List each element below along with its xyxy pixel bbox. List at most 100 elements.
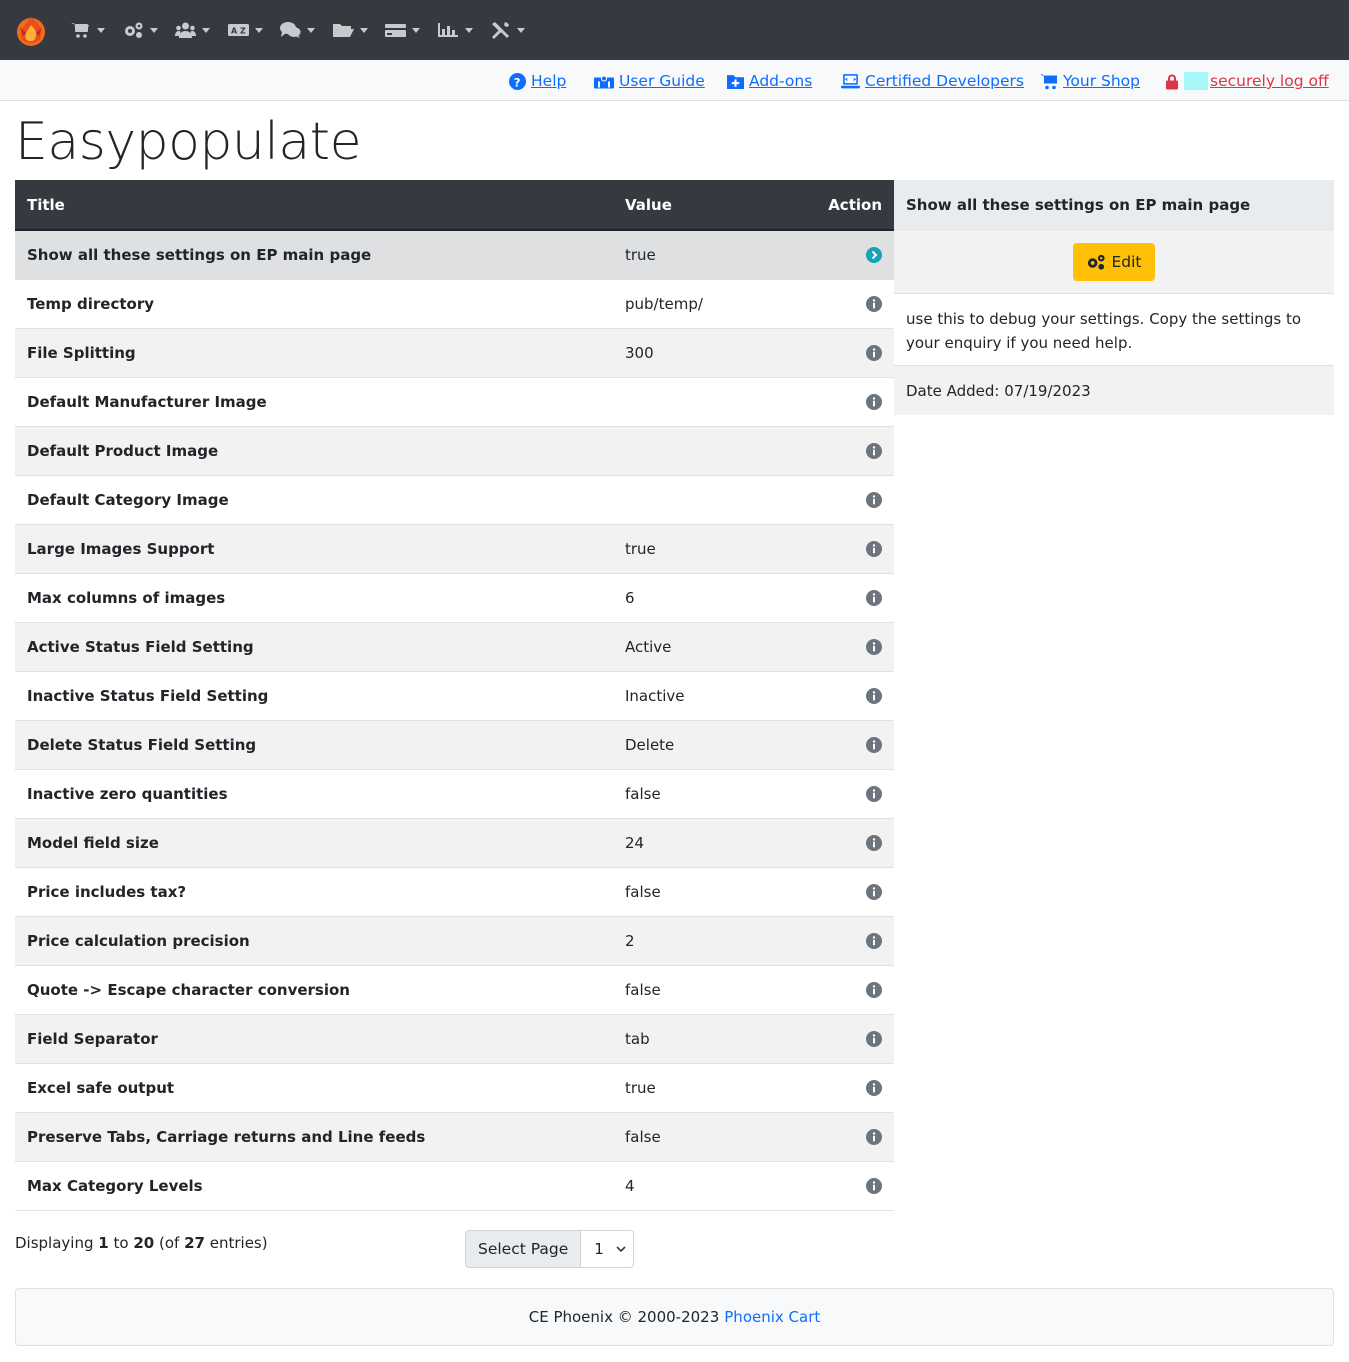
table-row[interactable]: Delete Status Field Setting Delete xyxy=(15,720,894,770)
setting-value xyxy=(613,377,803,427)
setting-action[interactable] xyxy=(803,328,894,378)
user-guide-link[interactable]: User Guide xyxy=(594,70,705,92)
info-icon[interactable] xyxy=(866,737,882,753)
table-row[interactable]: Field Separator tab xyxy=(15,1014,894,1064)
setting-value: true xyxy=(613,524,803,574)
setting-action[interactable] xyxy=(803,230,894,280)
table-row[interactable]: Inactive zero quantities false xyxy=(15,769,894,819)
table-row[interactable]: Large Images Support true xyxy=(15,524,894,574)
setting-action[interactable] xyxy=(803,720,894,770)
chart-icon xyxy=(437,23,458,37)
info-icon[interactable] xyxy=(866,933,882,949)
phoenix-logo-icon[interactable] xyxy=(14,13,48,47)
table-row[interactable]: Default Product Image xyxy=(15,426,894,476)
detail-date-added: Date Added: 07/19/2023 xyxy=(894,366,1334,415)
setting-action[interactable] xyxy=(803,475,894,525)
chevron-down-icon xyxy=(412,27,420,33)
setting-action[interactable] xyxy=(803,279,894,329)
info-icon[interactable] xyxy=(866,394,882,410)
nav-menu-statistics[interactable] xyxy=(437,18,491,42)
nav-menu-marketing[interactable] xyxy=(280,18,333,42)
info-icon[interactable] xyxy=(866,296,882,312)
nav-menu-tools[interactable] xyxy=(490,18,543,42)
cogs-icon xyxy=(1088,254,1106,270)
nav-menu-payment[interactable] xyxy=(385,18,438,42)
table-row[interactable]: Max columns of images 6 xyxy=(15,573,894,623)
addons-link[interactable]: Add-ons xyxy=(727,70,812,92)
nav-menu-modules[interactable] xyxy=(123,18,176,42)
info-icon[interactable] xyxy=(866,443,882,459)
table-row[interactable]: Active Status Field Setting Active xyxy=(15,622,894,672)
setting-action[interactable] xyxy=(803,1161,894,1211)
table-row[interactable]: File Splitting 300 xyxy=(15,328,894,378)
table-row[interactable]: Temp directory pub/temp/ xyxy=(15,279,894,329)
phoenix-cart-link[interactable]: Phoenix Cart xyxy=(724,1308,820,1326)
displaying-entries-label: entries) xyxy=(209,1234,268,1252)
table-row[interactable]: Price calculation precision 2 xyxy=(15,916,894,966)
setting-action[interactable] xyxy=(803,1014,894,1064)
table-row[interactable]: Show all these settings on EP main page t… xyxy=(15,230,894,280)
page-number-select[interactable]: 1 xyxy=(581,1230,635,1268)
info-icon[interactable] xyxy=(866,541,882,557)
setting-action[interactable] xyxy=(803,524,894,574)
help-link[interactable]: ? Help xyxy=(509,70,566,92)
setting-action[interactable] xyxy=(803,426,894,476)
setting-value: false xyxy=(613,867,803,917)
info-icon[interactable] xyxy=(866,982,882,998)
certified-developers-link[interactable]: Certified Developers xyxy=(841,70,1024,92)
setting-action[interactable] xyxy=(803,377,894,427)
setting-action[interactable] xyxy=(803,573,894,623)
nav-menu-localization[interactable]: AZ xyxy=(227,18,281,42)
info-icon[interactable] xyxy=(866,835,882,851)
info-icon[interactable] xyxy=(866,1129,882,1145)
setting-action[interactable] xyxy=(803,867,894,917)
table-row[interactable]: Excel safe output true xyxy=(15,1063,894,1113)
setting-action[interactable] xyxy=(803,1112,894,1162)
info-icon[interactable] xyxy=(866,1178,882,1194)
table-row[interactable]: Preserve Tabs, Carriage returns and Line… xyxy=(15,1112,894,1162)
setting-action[interactable] xyxy=(803,818,894,868)
settings-table: Title Value Action Show all these settin… xyxy=(15,180,894,1211)
detail-description: use this to debug your settings. Copy th… xyxy=(894,294,1334,366)
arrow-right-circle-icon[interactable] xyxy=(866,247,882,264)
setting-action[interactable] xyxy=(803,671,894,721)
setting-action[interactable] xyxy=(803,1063,894,1113)
info-icon[interactable] xyxy=(866,786,882,802)
info-icon[interactable] xyxy=(866,639,882,655)
your-shop-link[interactable]: Your Shop xyxy=(1040,70,1140,92)
info-icon[interactable] xyxy=(866,884,882,900)
table-row[interactable]: Max Category Levels 4 xyxy=(15,1161,894,1211)
redacted-username xyxy=(1184,72,1208,90)
table-row[interactable]: Default Category Image xyxy=(15,475,894,525)
setting-action[interactable] xyxy=(803,622,894,672)
nav-menu-customers[interactable] xyxy=(175,18,228,42)
info-icon[interactable] xyxy=(866,1031,882,1047)
table-row[interactable]: Inactive Status Field Setting Inactive xyxy=(15,671,894,721)
info-icon[interactable] xyxy=(866,688,882,704)
nav-menu-reports[interactable] xyxy=(332,18,386,42)
selected-page: 1 xyxy=(594,1240,604,1258)
payment-icon xyxy=(385,24,406,37)
edit-button[interactable]: Edit xyxy=(1073,242,1155,281)
nav-menu-catalog[interactable] xyxy=(70,18,123,42)
info-icon[interactable] xyxy=(866,345,882,361)
table-row[interactable]: Model field size 24 xyxy=(15,818,894,868)
user-guide-icon xyxy=(594,75,614,88)
info-icon[interactable] xyxy=(866,1080,882,1096)
detail-action-row: Edit xyxy=(894,230,1334,294)
log-off-link[interactable]: securely log off xyxy=(1165,70,1329,92)
table-row[interactable]: Default Manufacturer Image xyxy=(15,377,894,427)
chevron-down-icon xyxy=(464,27,473,33)
table-row[interactable]: Quote -> Escape character conversion fals… xyxy=(15,965,894,1015)
setting-value: tab xyxy=(613,1014,803,1064)
top-navbar: AZ xyxy=(0,0,1349,60)
setting-action[interactable] xyxy=(803,769,894,819)
table-row[interactable]: Price includes tax? false xyxy=(15,867,894,917)
chevron-down-icon xyxy=(202,27,210,33)
laptop-code-icon xyxy=(841,73,860,88)
info-icon[interactable] xyxy=(866,492,882,508)
setting-action[interactable] xyxy=(803,916,894,966)
setting-action[interactable] xyxy=(803,965,894,1015)
displaying-entries-text: Displaying 1 to 20 (of 27 entries) xyxy=(15,1232,268,1254)
info-icon[interactable] xyxy=(866,590,882,606)
